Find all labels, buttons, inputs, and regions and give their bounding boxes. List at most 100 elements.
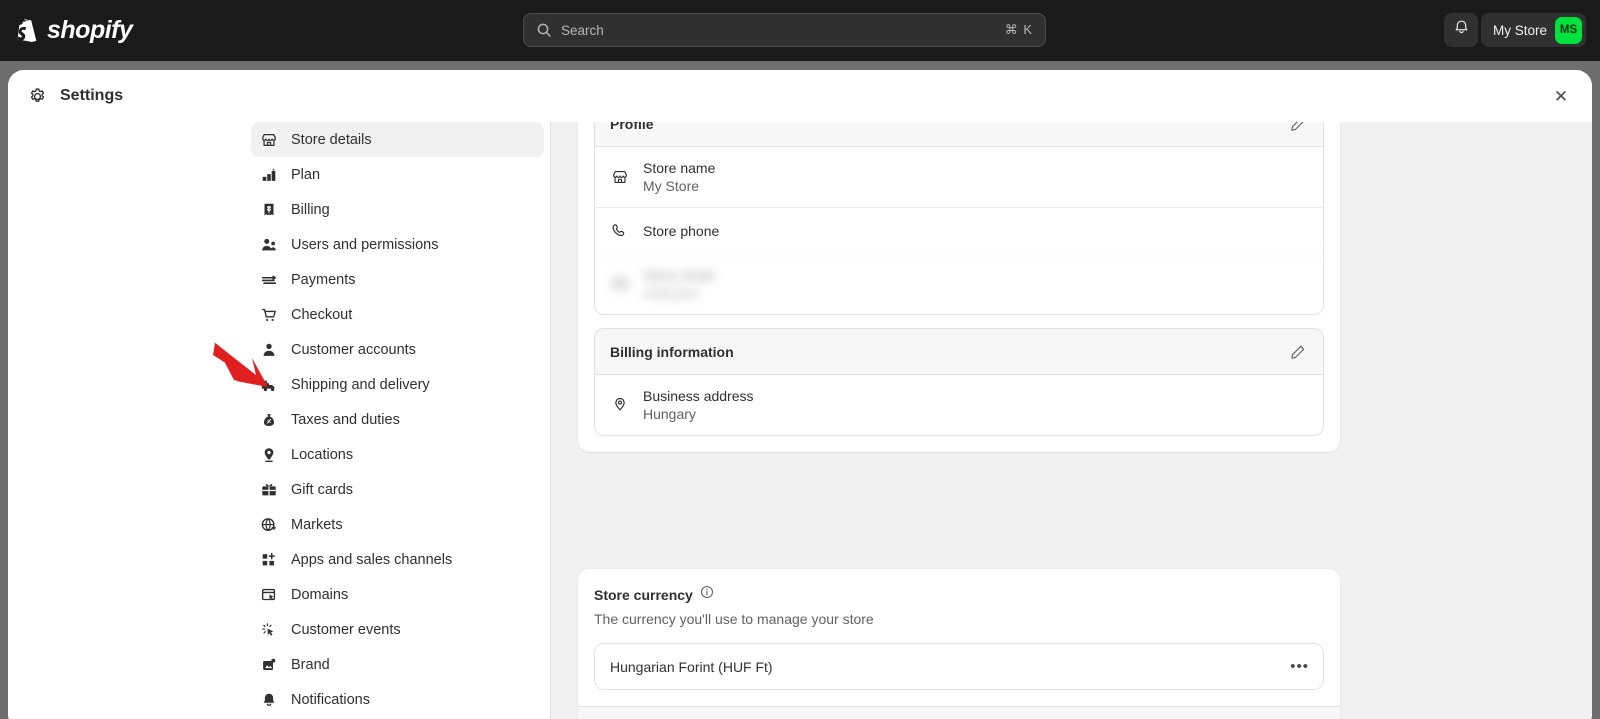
store-currency-heading: Store currency: [594, 585, 1324, 604]
profile-card: Profile Store name My Store Store phone …: [594, 122, 1324, 315]
sidebar-item-gift-cards[interactable]: Gift cards: [251, 472, 544, 507]
store-name-text: Store name My Store: [643, 160, 715, 194]
store-currency-value-row[interactable]: Hungarian Forint (HUF Ft) •••: [594, 643, 1324, 690]
sidebar-item-billing[interactable]: Billing: [251, 192, 544, 227]
sidebar-item-label: Payments: [291, 271, 356, 288]
shopify-bag-icon: [16, 18, 40, 44]
sidebar-item-label: Users and permissions: [291, 236, 439, 253]
pin-icon: [260, 446, 278, 464]
sidebar-item-label: Billing: [291, 201, 330, 218]
store-phone-label: Store phone: [643, 222, 720, 239]
modal-body: Store details Plan Billing Users and per…: [8, 122, 1592, 719]
billing-information-card: Billing information Business address Hun…: [594, 328, 1324, 436]
more-horizontal-icon[interactable]: •••: [1290, 659, 1309, 674]
sidebar-item-label: Notifications: [291, 691, 370, 708]
store-name-label: My Store: [1492, 22, 1547, 38]
sidebar-item-plan[interactable]: Plan: [251, 157, 544, 192]
sidebar-item-label: Shipping and delivery: [291, 376, 430, 393]
sidebar-item-checkout[interactable]: Checkout: [251, 297, 544, 332]
store-menu-button[interactable]: My Store MS: [1480, 13, 1586, 47]
pencil-icon[interactable]: [1287, 341, 1309, 363]
settings-sidebar: Store details Plan Billing Users and per…: [8, 122, 551, 719]
billing-card-title: Billing information: [610, 343, 734, 360]
sidebar-item-brand[interactable]: Brand: [251, 647, 544, 682]
store-icon: [260, 131, 278, 149]
sidebar-item-label: Checkout: [291, 306, 353, 323]
chart-icon: [260, 166, 278, 184]
sidebar-item-store-details[interactable]: Store details: [251, 122, 544, 157]
gift-card-icon: [260, 481, 278, 499]
business-address-row[interactable]: Business address Hungary: [595, 375, 1323, 435]
shopify-logo[interactable]: shopify: [16, 16, 133, 45]
shopify-wordmark: shopify: [47, 16, 133, 44]
sidebar-item-payments[interactable]: Payments: [251, 262, 544, 297]
profile-panel: Profile Store name My Store Store phone …: [578, 122, 1340, 452]
bell-icon: [1453, 19, 1470, 41]
sidebar-item-users-and-permissions[interactable]: Users and permissions: [251, 227, 544, 262]
modal-header: Settings ✕: [8, 70, 1592, 122]
cursor-click-icon: [260, 621, 278, 639]
sidebar-item-label: Store details: [291, 131, 372, 148]
gear-icon: [28, 87, 47, 106]
phone-icon: [610, 221, 629, 240]
sidebar-item-label: Plan: [291, 166, 321, 183]
search-shortcut: ⌘ K: [1004, 22, 1033, 37]
sidebar-item-customer-accounts[interactable]: Customer accounts: [251, 332, 544, 367]
sidebar-item-label: Locations: [291, 446, 354, 463]
domains-icon: [260, 586, 278, 604]
currency-footer: To manage the currencies customers see, …: [578, 706, 1340, 719]
info-icon[interactable]: [700, 585, 714, 604]
search-icon: [536, 22, 552, 38]
store-currency-value: Hungarian Forint (HUF Ft): [610, 658, 773, 675]
store-name-row[interactable]: Store name My Store: [595, 147, 1323, 207]
pin-icon: [610, 396, 629, 415]
sidebar-item-label: Gift cards: [291, 481, 354, 498]
profile-card-title: Profile: [610, 122, 654, 132]
search-placeholder: Search: [561, 22, 604, 38]
tax-bag-icon: [260, 411, 278, 429]
store-icon: [610, 168, 629, 187]
settings-modal: Settings ✕ Store details Plan Billing Us…: [8, 70, 1592, 719]
sidebar-item-label: Customer events: [291, 621, 401, 638]
top-bar: shopify Search ⌘ K My Store MS: [0, 0, 1600, 61]
sidebar-item-markets[interactable]: Markets: [251, 507, 544, 542]
bell-icon: [260, 691, 278, 709]
sidebar-item-label: Domains: [291, 586, 349, 603]
sidebar-item-notifications[interactable]: Notifications: [251, 682, 544, 717]
receipt-icon: [260, 201, 278, 219]
avatar: MS: [1555, 16, 1582, 44]
notifications-button[interactable]: [1444, 13, 1478, 47]
truck-icon: [260, 376, 278, 394]
sidebar-item-customer-events[interactable]: Customer events: [251, 612, 544, 647]
store-currency-subtitle: The currency you'll use to manage your s…: [594, 611, 874, 627]
sidebar-item-apps-and-sales-channels[interactable]: Apps and sales channels: [251, 542, 544, 577]
sidebar-item-taxes-and-duties[interactable]: Taxes and duties: [251, 402, 544, 437]
store-phone-row[interactable]: Store phone: [595, 207, 1323, 253]
store-name-label: Store name: [643, 160, 716, 176]
settings-content: Profile Store name My Store Store phone …: [551, 122, 1592, 719]
sidebar-item-label: Apps and sales channels: [291, 551, 453, 568]
sidebar-item-label: Markets: [291, 516, 343, 533]
store-email-row[interactable]: Store email redacted: [595, 253, 1323, 314]
sidebar-item-label: Taxes and duties: [291, 411, 400, 428]
globe-icon: [260, 516, 278, 534]
page-title: Settings: [60, 87, 124, 104]
search-input[interactable]: Search ⌘ K: [523, 13, 1046, 47]
business-address-value: Hungary: [643, 406, 696, 422]
sidebar-item-label: Customer accounts: [291, 341, 416, 358]
pencil-icon[interactable]: [1287, 122, 1309, 135]
sidebar-item-shipping-and-delivery[interactable]: Shipping and delivery: [251, 367, 544, 402]
users-icon: [260, 236, 278, 254]
store-email-label: Store email: [643, 267, 714, 283]
cart-icon: [260, 306, 278, 324]
sidebar-item-locations[interactable]: Locations: [251, 437, 544, 472]
sidebar-item-domains[interactable]: Domains: [251, 577, 544, 612]
business-address-text: Business address Hungary: [643, 388, 754, 422]
close-icon[interactable]: ✕: [1548, 83, 1574, 109]
business-address-label: Business address: [643, 388, 754, 404]
sidebar-item-label: Brand: [291, 656, 330, 673]
app-root: shopify Search ⌘ K My Store MS Settings …: [0, 0, 1600, 719]
billing-card-header: Billing information: [595, 329, 1323, 375]
store-email-value: redacted: [643, 285, 698, 301]
store-email-text: Store email redacted: [643, 267, 714, 301]
